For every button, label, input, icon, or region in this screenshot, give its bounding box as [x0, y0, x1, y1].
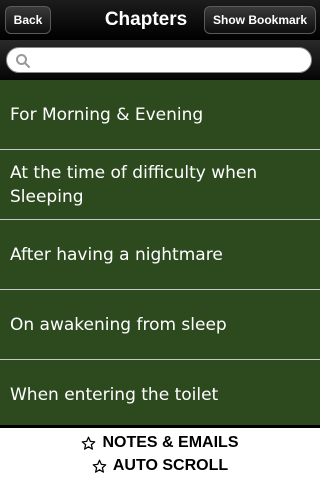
search-bar	[0, 40, 320, 80]
auto-scroll-label: AUTO SCROLL	[112, 457, 229, 474]
notes-emails-label: NOTES & EMAILS	[102, 434, 239, 451]
chapter-label: When entering the toilet	[10, 384, 219, 405]
star-icon	[82, 436, 96, 450]
chapter-row[interactable]: At the time of difficulty when Sleeping	[0, 150, 320, 220]
search-icon	[16, 54, 30, 68]
chapter-label: After having a nightmare	[10, 244, 223, 265]
chapter-row[interactable]: On awakening from sleep	[0, 290, 320, 360]
chapter-label: For Morning & Evening	[10, 104, 204, 125]
notes-emails-button[interactable]: NOTES & EMAILS	[0, 432, 320, 454]
show-bookmark-button[interactable]: Show Bookmark	[204, 6, 316, 34]
chapter-row[interactable]: After having a nightmare	[0, 220, 320, 290]
chapter-label: At the time of difficulty when Sleeping	[10, 162, 258, 207]
chapter-row[interactable]: When entering the toilet	[0, 360, 320, 425]
chapter-label: On awakening from sleep	[10, 314, 227, 335]
search-input[interactable]	[35, 51, 307, 71]
search-field[interactable]	[6, 47, 312, 73]
auto-scroll-button[interactable]: AUTO SCROLL	[0, 455, 320, 477]
chapter-list: For Morning & Evening At the time of dif…	[0, 80, 320, 425]
navigation-bar: Back Chapters Show Bookmark	[0, 0, 320, 40]
page-title: Chapters	[104, 9, 188, 30]
chapter-row[interactable]: For Morning & Evening	[0, 80, 320, 150]
back-button[interactable]: Back	[5, 6, 51, 34]
star-icon	[92, 459, 107, 473]
bottom-panel: NOTES & EMAILS AUTO SCROLL	[0, 425, 320, 480]
